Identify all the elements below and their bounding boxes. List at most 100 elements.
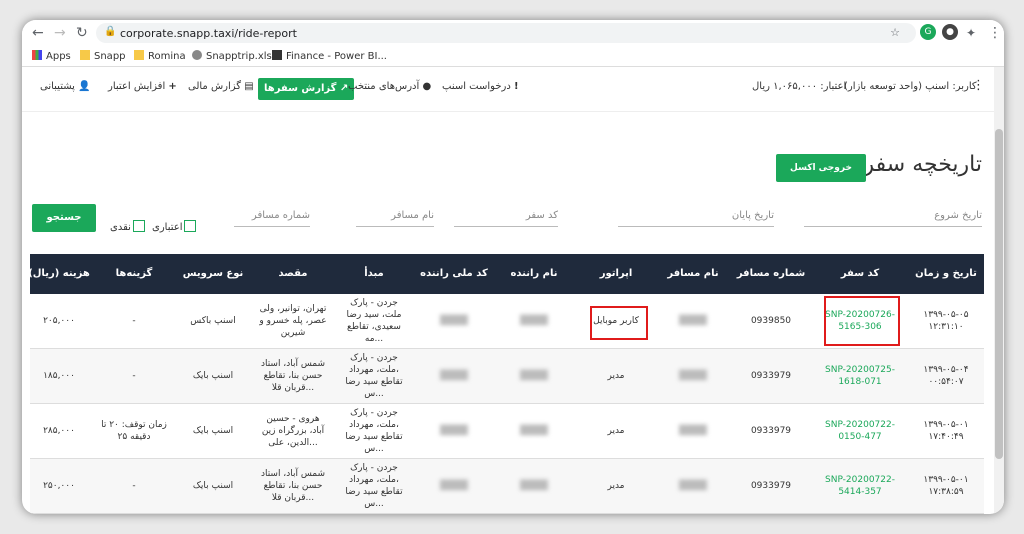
folder-icon — [80, 50, 90, 60]
bookmark-snapp[interactable]: Snapp — [80, 50, 126, 62]
cell-origin-line: مه... — [364, 334, 384, 344]
nav-addresses[interactable]: آدرس‌های منتخب ● — [348, 81, 431, 92]
cell-ride-code-line: 0150-477 — [838, 432, 882, 442]
user-info: کاربر: اسنپ (واحد توسعه بازار) — [844, 81, 977, 92]
cell-origin-line: تقاطع سید رضا — [345, 432, 403, 442]
cell-driver-name-line: ████ — [520, 426, 548, 436]
bookmark-snapptrip[interactable]: Snapptrip.xlsx — [192, 50, 278, 62]
ride-code-field[interactable]: کد سفر — [454, 206, 558, 227]
cell-destination: شمس آباد، استاد حسن بنا، تقاطع قربان قلا..… — [252, 468, 334, 504]
cell-origin-line: جردن - پارک — [350, 408, 398, 418]
end-date-field[interactable]: تاریخ پایان — [618, 206, 774, 227]
credit-checkbox[interactable]: اعتباری — [152, 220, 197, 233]
app-navbar: پشتیبانی 👤 افزایش اعتبار + گزارش مالی ▤ … — [22, 67, 994, 112]
cell-destination-line: هروی - حسین — [266, 414, 320, 424]
table-row[interactable]: ۱۳۹۹-۰۵-۰۱ ۱۷:۳۸:۵۹ SNP-20200722- 5414-357 0… — [30, 459, 984, 514]
cell-cost-line: ۱۸۵,۰۰۰ — [43, 371, 75, 381]
cell-ride-code[interactable]: SNP-20200725- 1618-071 — [820, 364, 900, 388]
cell-destination-line: شمس آباد، استاد — [260, 359, 326, 369]
cell-cost-line: ۲۸۵,۰۰۰ — [43, 426, 75, 436]
url-field[interactable]: 🔒 corporate.snapp.taxi/ride-report ☆ — [96, 23, 916, 43]
cell-origin-line: جردن - پارک — [350, 353, 398, 363]
passenger-name-field[interactable]: نام مسافر — [356, 206, 434, 227]
browser-menu-icon[interactable]: ⋮ — [988, 25, 1002, 41]
cell-origin: جردن - پارک ملت، مهرداد، تقاطع سید رضا س... — [336, 407, 412, 455]
exclamation-icon: ! — [513, 81, 519, 92]
cell-options: - — [96, 315, 172, 327]
cell-driver-nid-line: ████ — [440, 426, 468, 436]
nav-ride-report[interactable]: گزارش سفرها ↗ — [258, 78, 355, 100]
cell-operator: مدیر — [576, 425, 656, 437]
extension-g-icon[interactable]: G — [920, 24, 936, 40]
star-icon[interactable]: ☆ — [890, 26, 908, 39]
cell-driver-nid-line: ████ — [440, 371, 468, 381]
bookmark-label: Finance - Power BI... — [286, 51, 387, 62]
bookmark-apps[interactable]: Apps — [32, 50, 71, 62]
back-icon[interactable]: ← — [32, 25, 44, 41]
lock-icon: 🔒 — [104, 26, 117, 37]
search-button[interactable]: جستجو — [32, 204, 96, 232]
cell-ride-code[interactable]: SNP-20200722- 0150-477 — [820, 419, 900, 443]
menu-dots-icon[interactable]: ⋮ — [972, 78, 985, 93]
cell-service-type: اسنپ باکس — [176, 315, 250, 327]
table-row[interactable]: ۱۳۹۹-۰۵-۰۱ ۱۷:۴۰:۴۹ SNP-20200722- 0150-477 0… — [30, 404, 984, 459]
checkbox-box[interactable] — [184, 220, 197, 232]
cell-operator-line: مدیر — [607, 426, 625, 436]
checkbox-box[interactable] — [132, 220, 145, 232]
cell-driver-nid: ████ — [414, 315, 494, 327]
cell-destination: تهران، توانیر، ولی عصر، پله خسرو و شیرین — [252, 303, 334, 339]
start-date-field[interactable]: تاریخ شروع — [804, 206, 982, 227]
table-row[interactable]: ۱۳۹۹-۰۵-۰۴ ۰۰:۵۴:۰۷ SNP-20200725- 1618-071 0… — [30, 349, 984, 404]
credit-checkbox-label: اعتباری — [152, 222, 183, 233]
bookmark-label: Apps — [46, 51, 71, 62]
bookmark-finance[interactable]: Finance - Power BI... — [272, 50, 387, 62]
excel-export-button[interactable]: خروجی اکسل — [776, 154, 866, 182]
cell-driver-name-line: ████ — [520, 481, 548, 491]
cell-datetime-line: ۱۳۹۹-۰۵-۰۴ — [923, 365, 969, 375]
col-driver-nid: کد ملی راننده — [420, 268, 488, 279]
reload-icon[interactable]: ↻ — [76, 25, 88, 41]
ride-code-highlight — [824, 296, 900, 346]
cell-operator-line: مدیر — [607, 481, 625, 491]
passenger-number-field[interactable]: شماره مسافر — [234, 206, 310, 227]
nav-ride-report-label: گزارش سفرها — [264, 83, 337, 94]
puzzle-icon[interactable]: ✦ — [966, 25, 976, 41]
scrollbar-thumb[interactable] — [995, 129, 1003, 459]
cell-datetime-line: ۱۳۹۹-۰۵-۰۱ — [923, 475, 969, 485]
plus-icon: + — [168, 81, 177, 92]
cell-options-line: ۲۵ دقیقه — [117, 432, 151, 442]
cell-driver-nid: ████ — [414, 480, 494, 492]
cell-passenger-number-line: 0933979 — [750, 371, 792, 381]
cell-options-line: - — [132, 371, 136, 381]
cell-destination-line: قربان قلا... — [271, 383, 315, 393]
cell-driver-name-line: ████ — [520, 371, 548, 381]
cash-checkbox-label: نقدی — [110, 222, 131, 233]
nav-support[interactable]: پشتیبانی 👤 — [40, 81, 91, 92]
col-passenger-name: نام مسافر — [667, 268, 719, 279]
nav-request[interactable]: درخواست اسنپ ! — [442, 81, 519, 92]
browser-window: ← → ↻ 🔒 corporate.snapp.taxi/ride-report… — [22, 20, 1004, 514]
cell-datetime: ۱۳۹۹-۰۵-۰۴ ۰۰:۵۴:۰۷ — [908, 364, 984, 388]
cell-destination-line: آباد، بزرگراه زین — [261, 426, 325, 436]
cell-passenger-number: 0939850 — [730, 315, 812, 327]
page-scrollbar[interactable] — [994, 67, 1004, 514]
nav-increase-credit[interactable]: افزایش اعتبار + — [108, 81, 177, 92]
cell-origin: جردن - پارک ملت، مهرداد، تقاطع سید رضا س... — [336, 352, 412, 400]
col-datetime: تاریخ و زمان — [915, 268, 977, 279]
cash-checkbox[interactable]: نقدی — [110, 220, 145, 233]
bookmark-label: Snapptrip.xlsx — [206, 51, 278, 62]
bookmark-romina[interactable]: Romina — [134, 50, 186, 62]
cell-datetime-line: ۱۷:۳۸:۵۹ — [928, 487, 964, 497]
cell-service-type-line: اسنپ بایک — [192, 371, 234, 381]
forward-icon[interactable]: → — [54, 25, 66, 41]
bookmark-label: Romina — [148, 51, 186, 62]
cell-origin-line: جردن - پارک — [350, 463, 398, 473]
table-header: تاریخ و زمان کد سفر شماره مسافر نام مساف… — [28, 254, 984, 294]
cell-ride-code[interactable]: SNP-20200722- 5414-357 — [820, 474, 900, 498]
cell-datetime-line: ۱۲:۳۱:۱۰ — [928, 322, 964, 332]
cell-origin-line: جردن - پارک — [350, 298, 398, 308]
cell-options-line: - — [132, 316, 136, 326]
nav-financial-report[interactable]: گزارش مالی ▤ — [188, 81, 254, 92]
extension-icon[interactable]: ● — [942, 24, 958, 40]
address-bar: ← → ↻ 🔒 corporate.snapp.taxi/ride-report… — [22, 20, 1004, 46]
